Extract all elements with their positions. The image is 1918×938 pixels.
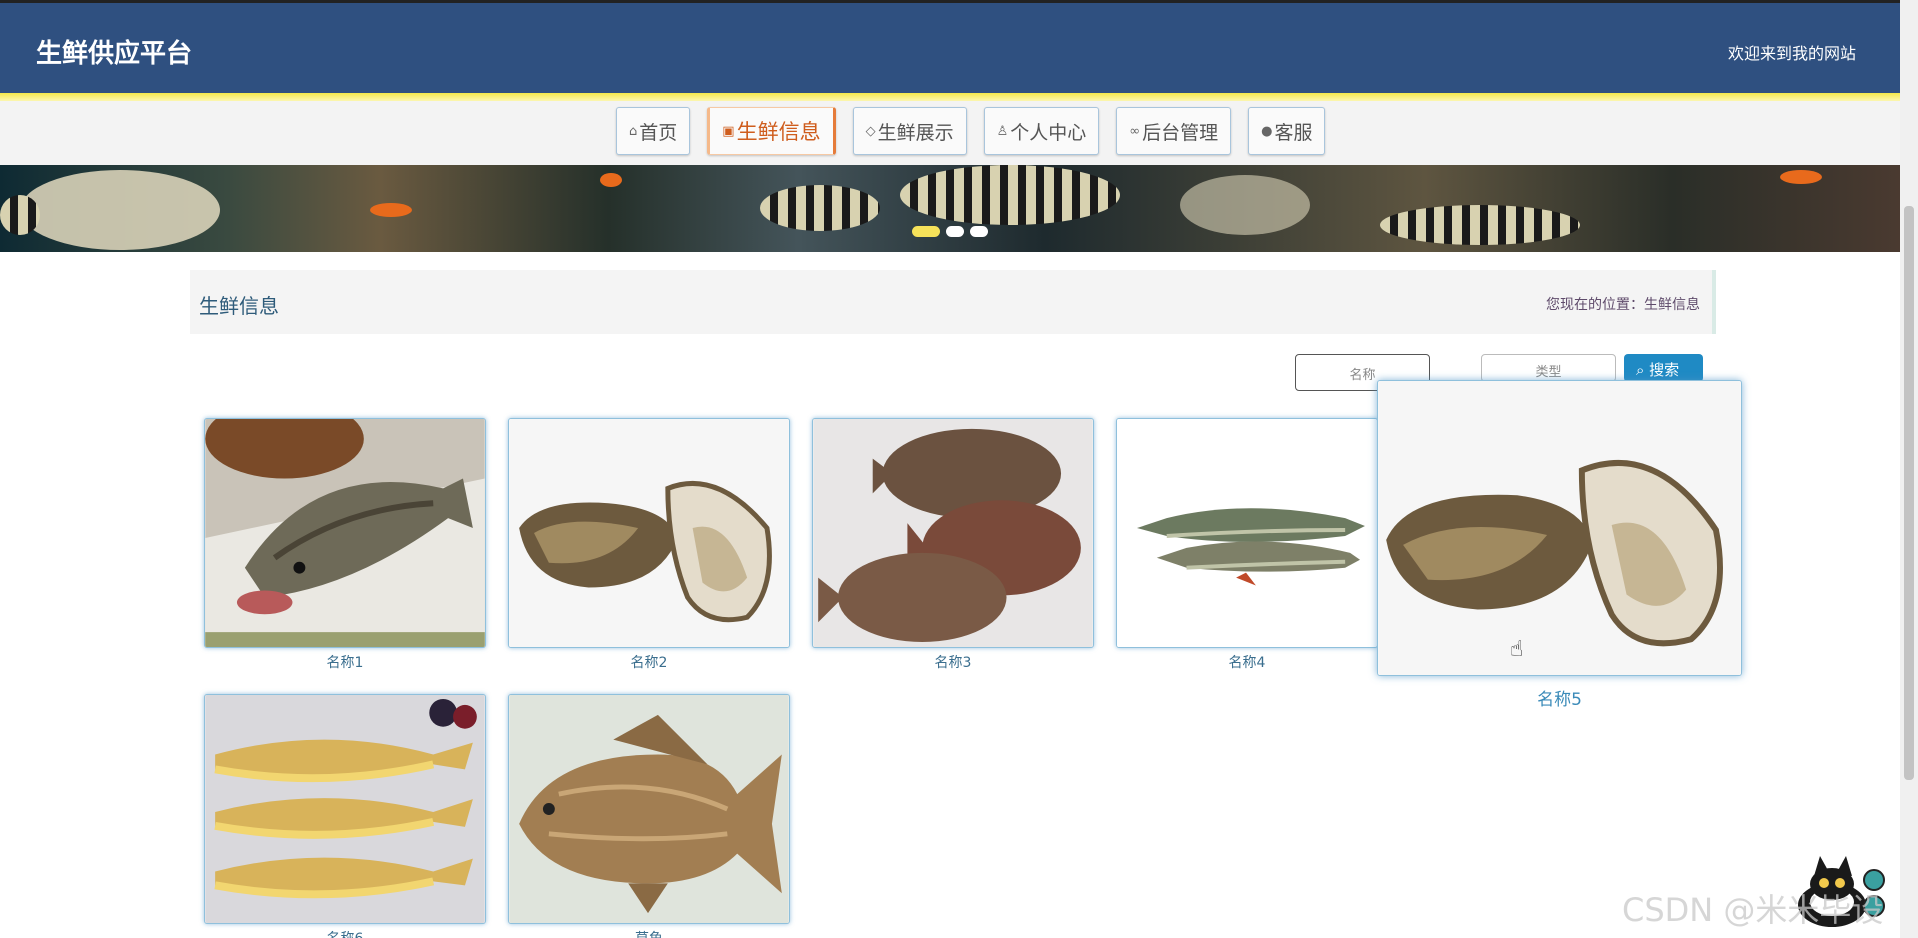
search-button[interactable]: ⌕ 搜索	[1624, 354, 1703, 382]
calendar-icon: ▣	[722, 123, 735, 139]
banner-orange-fish	[370, 203, 412, 217]
product-name[interactable]: 名称6	[204, 928, 486, 938]
banner-orange-fish	[1780, 170, 1822, 184]
watermark-text: CSDN @米米毕设	[1622, 891, 1884, 929]
nav-item-personal-center[interactable]: ♙ 个人中心	[983, 107, 1100, 155]
banner-coral-shape	[1180, 175, 1310, 235]
carp-image	[509, 695, 789, 923]
banner-coral-shape	[20, 170, 220, 250]
product-name[interactable]: 名称2	[508, 652, 790, 672]
banner-striped-fish	[1380, 205, 1580, 245]
header-accent-line	[0, 93, 1900, 101]
banner-striped-fish	[760, 185, 880, 231]
page-title: 生鲜信息	[199, 294, 279, 318]
product-card[interactable]	[812, 418, 1094, 648]
link-icon: ∞	[1129, 123, 1141, 139]
search-icon: ⌕	[1636, 361, 1650, 379]
site-title[interactable]: 生鲜供应平台	[36, 33, 192, 70]
scrollbar-thumb[interactable]	[1904, 206, 1914, 780]
grass-carp-image	[1117, 419, 1377, 647]
oysters-image	[1378, 381, 1741, 675]
nav-item-label: 生鲜展示	[877, 121, 954, 144]
flounder-image	[813, 419, 1093, 647]
nav-item-home[interactable]: ⌂ 首页	[616, 107, 691, 155]
breadcrumb: 您现在的位置：生鲜信息	[1546, 297, 1700, 313]
home-icon: ⌂	[629, 123, 638, 139]
carousel-dot[interactable]	[912, 226, 940, 237]
product-name[interactable]: 名称3	[812, 652, 1094, 672]
grouper-fish-image	[205, 419, 485, 647]
product-card[interactable]	[1116, 418, 1378, 648]
product-card[interactable]	[204, 694, 486, 924]
hand-cursor-icon: ☝	[1510, 637, 1524, 662]
main-nav: ⌂ 首页 ▣ 生鲜信息 ◇ 生鲜展示 ♙ 个人中心 ∞ 后台管理 ● 客服	[0, 101, 1900, 165]
nav-item-label: 首页	[639, 121, 678, 144]
search-type-input[interactable]: 类型	[1481, 354, 1616, 382]
nav-item-customer-service[interactable]: ● 客服	[1248, 107, 1326, 155]
search-button-label: 搜索	[1649, 361, 1680, 379]
product-card-hovered[interactable]	[1377, 380, 1742, 676]
nav-item-label: 生鲜信息	[736, 120, 821, 144]
product-card[interactable]	[508, 418, 790, 648]
nav-item-label: 个人中心	[1010, 121, 1087, 144]
banner-striped-fish	[900, 165, 1120, 225]
tag-icon: ◇	[865, 123, 876, 139]
product-card[interactable]	[508, 694, 790, 924]
carousel-dot[interactable]	[946, 226, 964, 237]
nav-item-fresh-info[interactable]: ▣ 生鲜信息	[707, 107, 836, 155]
banner-striped-fish	[0, 195, 40, 235]
nav-item-label: 客服	[1274, 121, 1313, 144]
section-header: 生鲜信息 您现在的位置：生鲜信息	[190, 270, 1716, 334]
page-scrollbar[interactable]	[1900, 0, 1918, 938]
product-name[interactable]: 名称1	[204, 652, 486, 672]
nav-item-fresh-display[interactable]: ◇ 生鲜展示	[852, 107, 967, 155]
welcome-text: 欢迎来到我的网站	[1727, 44, 1856, 63]
product-name[interactable]: 名称4	[1106, 652, 1388, 672]
banner-orange-fish	[600, 173, 622, 187]
carousel-dot[interactable]	[970, 226, 988, 237]
nav-item-label: 后台管理	[1142, 121, 1219, 144]
yellow-croaker-image	[205, 695, 485, 923]
product-name[interactable]: 草鱼	[508, 928, 790, 938]
user-icon: ♙	[996, 123, 1009, 139]
product-name[interactable]: 名称5	[1377, 685, 1742, 710]
top-header: 生鲜供应平台 欢迎来到我的网站	[0, 0, 1900, 93]
oysters-image	[509, 419, 789, 647]
carousel-indicators	[912, 226, 988, 237]
nav-item-admin[interactable]: ∞ 后台管理	[1116, 107, 1232, 155]
chat-icon: ●	[1261, 123, 1273, 139]
product-card[interactable]	[204, 418, 486, 648]
banner-carousel[interactable]	[0, 165, 1900, 252]
